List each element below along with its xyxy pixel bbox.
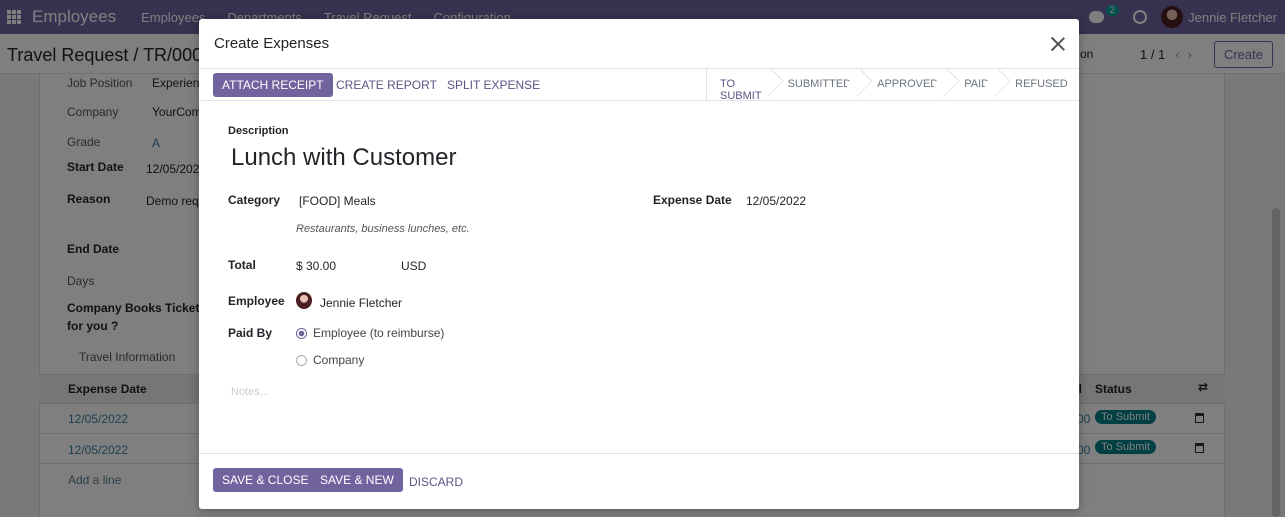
paid-by-company-label[interactable]: Company <box>313 353 364 367</box>
expense-date-label: Expense Date <box>653 193 732 207</box>
currency-field[interactable]: USD <box>401 259 426 273</box>
dialog-title: Create Expenses <box>214 35 330 52</box>
create-expenses-dialog: Create Expenses Attach Receipt Create Re… <box>199 19 1079 509</box>
total-amount-field[interactable]: 30.00 <box>306 259 336 273</box>
create-report-button[interactable]: Create Report <box>336 78 437 92</box>
total-currency-symbol: $ <box>296 259 303 273</box>
save-new-button[interactable]: Save & New <box>311 468 403 492</box>
description-label: Description <box>228 125 289 137</box>
stage-to-submit[interactable]: To Submit <box>707 69 784 102</box>
expense-date-field[interactable]: 12/05/2022 <box>746 194 806 208</box>
close-icon[interactable] <box>1050 36 1066 52</box>
category-label: Category <box>228 193 281 207</box>
employee-avatar <box>296 292 312 309</box>
paid-by-company-radio[interactable] <box>296 355 307 366</box>
stage-label: Refused <box>1015 78 1068 90</box>
paid-by-label: Paid By <box>228 326 273 340</box>
stage-approved[interactable]: Approved <box>864 69 960 100</box>
attach-receipt-button[interactable]: Attach Receipt <box>213 73 333 97</box>
notes-field[interactable]: Notes... <box>231 386 269 398</box>
status-stages: To Submit Submitted Approved Paid Refuse… <box>706 69 1081 102</box>
stage-paid[interactable]: Paid <box>951 69 1011 100</box>
stage-label: Submitted <box>787 78 852 90</box>
save-close-button[interactable]: Save & Close <box>213 468 318 492</box>
total-label: Total <box>228 258 256 272</box>
dialog-footer: Save & Close Save & New Discard <box>199 453 1079 509</box>
employee-field[interactable]: Jennie Fletcher <box>320 296 402 310</box>
discard-button[interactable]: Discard <box>409 475 463 489</box>
paid-by-employee-radio[interactable] <box>296 328 307 339</box>
description-input[interactable]: Lunch with Customer <box>231 144 456 172</box>
split-expense-button[interactable]: Split Expense <box>447 78 540 92</box>
dialog-statusbar: Attach Receipt Create Report Split Expen… <box>199 69 1081 102</box>
dialog-header: Create Expenses <box>199 19 1079 69</box>
employee-label: Employee <box>228 294 285 308</box>
category-help-text: Restaurants, business lunches, etc. <box>296 223 470 235</box>
stage-refused[interactable]: Refused <box>1002 69 1081 100</box>
stage-label: To Submit <box>720 78 762 102</box>
category-field[interactable]: [FOOD] Meals <box>299 194 376 208</box>
expense-form: Description Lunch with Customer Category… <box>199 101 1079 453</box>
paid-by-employee-label[interactable]: Employee (to reimburse) <box>313 326 444 340</box>
stage-label: Approved <box>877 78 939 90</box>
stage-submitted[interactable]: Submitted <box>775 69 873 100</box>
